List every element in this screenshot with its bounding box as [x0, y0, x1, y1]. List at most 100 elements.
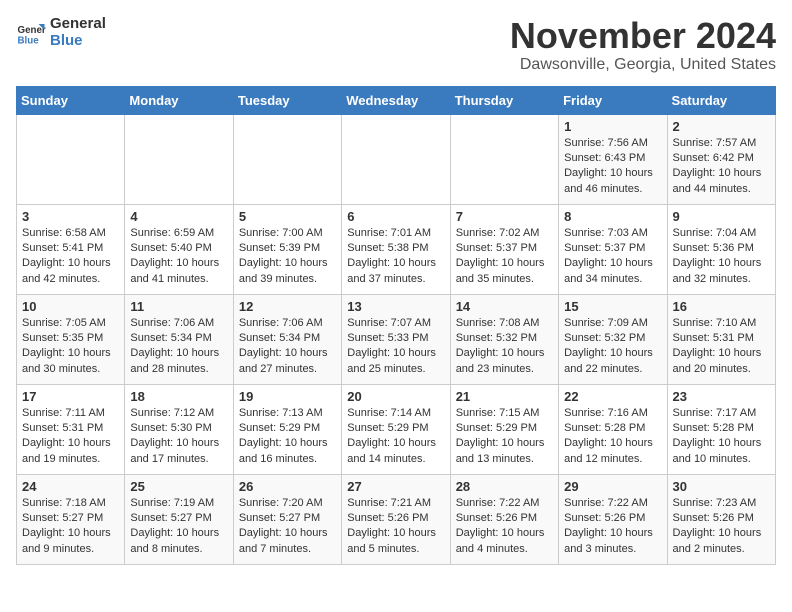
day-number: 20 [347, 389, 444, 404]
day-number: 10 [22, 299, 119, 314]
day-info: Sunrise: 6:59 AM Sunset: 5:40 PM Dayligh… [130, 226, 227, 288]
day-info: Sunrise: 7:15 AM Sunset: 5:29 PM Dayligh… [456, 406, 553, 468]
day-info: Sunrise: 7:22 AM Sunset: 5:26 PM Dayligh… [564, 496, 661, 558]
calendar-cell: 20 Sunrise: 7:14 AM Sunset: 5:29 PM Dayli… [342, 384, 450, 474]
calendar-cell: 19 Sunrise: 7:13 AM Sunset: 5:29 PM Dayli… [233, 384, 341, 474]
day-number: 25 [130, 479, 227, 494]
day-info: Sunrise: 7:56 AM Sunset: 6:43 PM Dayligh… [564, 136, 661, 198]
day-info: Sunrise: 7:11 AM Sunset: 5:31 PM Dayligh… [22, 406, 119, 468]
calendar-cell: 25 Sunrise: 7:19 AM Sunset: 5:27 PM Dayli… [125, 474, 233, 564]
day-number: 19 [239, 389, 336, 404]
day-number: 15 [564, 299, 661, 314]
day-info: Sunrise: 7:01 AM Sunset: 5:38 PM Dayligh… [347, 226, 444, 288]
day-number: 23 [673, 389, 770, 404]
weekday-header-thursday: Thursday [450, 86, 558, 114]
day-number: 4 [130, 209, 227, 224]
day-number: 1 [564, 119, 661, 134]
calendar-cell [125, 114, 233, 204]
day-info: Sunrise: 7:19 AM Sunset: 5:27 PM Dayligh… [130, 496, 227, 558]
weekday-header-sunday: Sunday [17, 86, 125, 114]
day-number: 8 [564, 209, 661, 224]
logo-icon: General Blue [16, 18, 46, 48]
weekday-header-tuesday: Tuesday [233, 86, 341, 114]
calendar-cell: 21 Sunrise: 7:15 AM Sunset: 5:29 PM Dayli… [450, 384, 558, 474]
weekday-header-monday: Monday [125, 86, 233, 114]
day-info: Sunrise: 7:22 AM Sunset: 5:26 PM Dayligh… [456, 496, 553, 558]
day-number: 29 [564, 479, 661, 494]
week-row-3: 10 Sunrise: 7:05 AM Sunset: 5:35 PM Dayli… [17, 294, 776, 384]
day-number: 11 [130, 299, 227, 314]
calendar-cell: 10 Sunrise: 7:05 AM Sunset: 5:35 PM Dayli… [17, 294, 125, 384]
day-number: 12 [239, 299, 336, 314]
header: General Blue General Blue November 2024 … [16, 16, 776, 74]
calendar-cell [17, 114, 125, 204]
logo-text: General Blue [50, 16, 106, 49]
day-info: Sunrise: 7:08 AM Sunset: 5:32 PM Dayligh… [456, 316, 553, 378]
day-info: Sunrise: 7:16 AM Sunset: 5:28 PM Dayligh… [564, 406, 661, 468]
calendar-cell: 7 Sunrise: 7:02 AM Sunset: 5:37 PM Daylig… [450, 204, 558, 294]
day-info: Sunrise: 7:13 AM Sunset: 5:29 PM Dayligh… [239, 406, 336, 468]
day-number: 30 [673, 479, 770, 494]
day-info: Sunrise: 7:10 AM Sunset: 5:31 PM Dayligh… [673, 316, 770, 378]
day-info: Sunrise: 7:05 AM Sunset: 5:35 PM Dayligh… [22, 316, 119, 378]
day-number: 9 [673, 209, 770, 224]
calendar-cell [233, 114, 341, 204]
location-title: Dawsonville, Georgia, United States [510, 56, 776, 74]
title-area: November 2024 Dawsonville, Georgia, Unit… [510, 16, 776, 74]
calendar-cell: 18 Sunrise: 7:12 AM Sunset: 5:30 PM Dayli… [125, 384, 233, 474]
day-info: Sunrise: 7:17 AM Sunset: 5:28 PM Dayligh… [673, 406, 770, 468]
day-number: 16 [673, 299, 770, 314]
weekday-header-wednesday: Wednesday [342, 86, 450, 114]
day-info: Sunrise: 7:06 AM Sunset: 5:34 PM Dayligh… [239, 316, 336, 378]
calendar-cell: 1 Sunrise: 7:56 AM Sunset: 6:43 PM Daylig… [559, 114, 667, 204]
day-number: 18 [130, 389, 227, 404]
month-title: November 2024 [510, 16, 776, 56]
calendar-cell: 17 Sunrise: 7:11 AM Sunset: 5:31 PM Dayli… [17, 384, 125, 474]
logo: General Blue General Blue [16, 16, 106, 49]
calendar-cell: 24 Sunrise: 7:18 AM Sunset: 5:27 PM Dayli… [17, 474, 125, 564]
week-row-2: 3Sunrise: 6:58 AM Sunset: 5:41 PM Daylig… [17, 204, 776, 294]
day-number: 26 [239, 479, 336, 494]
svg-text:Blue: Blue [18, 35, 40, 46]
calendar-cell: 16 Sunrise: 7:10 AM Sunset: 5:31 PM Dayli… [667, 294, 775, 384]
day-info: Sunrise: 7:09 AM Sunset: 5:32 PM Dayligh… [564, 316, 661, 378]
calendar-cell: 27Sunrise: 7:21 AM Sunset: 5:26 PM Dayli… [342, 474, 450, 564]
calendar-cell: 22 Sunrise: 7:16 AM Sunset: 5:28 PM Dayli… [559, 384, 667, 474]
week-row-1: 1 Sunrise: 7:56 AM Sunset: 6:43 PM Daylig… [17, 114, 776, 204]
day-number: 2 [673, 119, 770, 134]
day-info: Sunrise: 7:00 AM Sunset: 5:39 PM Dayligh… [239, 226, 336, 288]
calendar-cell [450, 114, 558, 204]
day-number: 13 [347, 299, 444, 314]
calendar-cell: 15 Sunrise: 7:09 AM Sunset: 5:32 PM Dayli… [559, 294, 667, 384]
logo-blue-text: Blue [50, 33, 106, 50]
day-info: Sunrise: 7:06 AM Sunset: 5:34 PM Dayligh… [130, 316, 227, 378]
day-info: Sunrise: 7:02 AM Sunset: 5:37 PM Dayligh… [456, 226, 553, 288]
day-number: 17 [22, 389, 119, 404]
day-info: Sunrise: 7:23 AM Sunset: 5:26 PM Dayligh… [673, 496, 770, 558]
day-info: Sunrise: 7:57 AM Sunset: 6:42 PM Dayligh… [673, 136, 770, 198]
day-number: 7 [456, 209, 553, 224]
day-number: 27 [347, 479, 444, 494]
calendar-cell: 12 Sunrise: 7:06 AM Sunset: 5:34 PM Dayli… [233, 294, 341, 384]
weekday-header-row: SundayMondayTuesdayWednesdayThursdayFrid… [17, 86, 776, 114]
weekday-header-saturday: Saturday [667, 86, 775, 114]
day-number: 24 [22, 479, 119, 494]
day-info: Sunrise: 7:07 AM Sunset: 5:33 PM Dayligh… [347, 316, 444, 378]
day-info: Sunrise: 7:20 AM Sunset: 5:27 PM Dayligh… [239, 496, 336, 558]
day-number: 21 [456, 389, 553, 404]
week-row-4: 17 Sunrise: 7:11 AM Sunset: 5:31 PM Dayli… [17, 384, 776, 474]
calendar-cell: 6Sunrise: 7:01 AM Sunset: 5:38 PM Daylig… [342, 204, 450, 294]
calendar-cell: 29 Sunrise: 7:22 AM Sunset: 5:26 PM Dayli… [559, 474, 667, 564]
day-info: Sunrise: 7:12 AM Sunset: 5:30 PM Dayligh… [130, 406, 227, 468]
day-number: 22 [564, 389, 661, 404]
calendar-table: SundayMondayTuesdayWednesdayThursdayFrid… [16, 86, 776, 565]
day-number: 5 [239, 209, 336, 224]
day-info: Sunrise: 7:18 AM Sunset: 5:27 PM Dayligh… [22, 496, 119, 558]
calendar-cell: 3Sunrise: 6:58 AM Sunset: 5:41 PM Daylig… [17, 204, 125, 294]
day-info: Sunrise: 6:58 AM Sunset: 5:41 PM Dayligh… [22, 226, 119, 288]
calendar-cell: 26 Sunrise: 7:20 AM Sunset: 5:27 PM Dayli… [233, 474, 341, 564]
day-number: 28 [456, 479, 553, 494]
calendar-cell: 2 Sunrise: 7:57 AM Sunset: 6:42 PM Daylig… [667, 114, 775, 204]
day-info: Sunrise: 7:14 AM Sunset: 5:29 PM Dayligh… [347, 406, 444, 468]
calendar-cell: 4 Sunrise: 6:59 AM Sunset: 5:40 PM Daylig… [125, 204, 233, 294]
